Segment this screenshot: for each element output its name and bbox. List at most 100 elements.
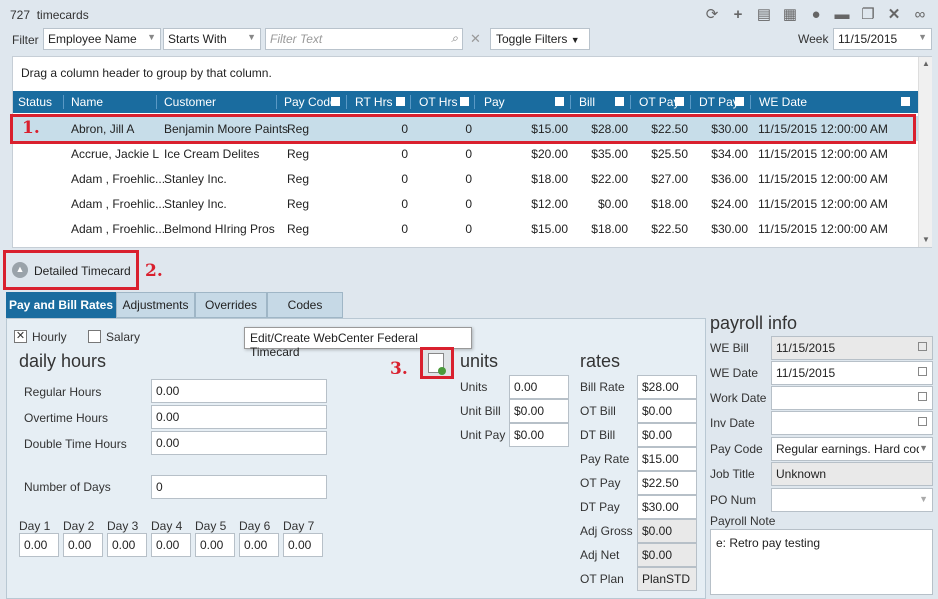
day-6-input[interactable]: 0.00 xyxy=(239,533,279,557)
collapse-icon[interactable]: ▲ xyxy=(12,262,28,278)
col-ot-pay[interactable]: OT Pay xyxy=(639,95,679,109)
filter-field-select[interactable]: Employee Name ▼ xyxy=(43,28,161,50)
chevron-down-icon: ▼ xyxy=(247,32,256,42)
work-date-field[interactable] xyxy=(771,386,933,410)
hourly-checkbox[interactable]: ✕ xyxy=(14,330,27,343)
number-of-days-label: Number of Days xyxy=(24,480,111,494)
unit-bill-input[interactable]: $0.00 xyxy=(509,399,569,423)
search-icon: ⌕ xyxy=(451,31,458,45)
dt-pay-input[interactable]: $30.00 xyxy=(637,495,697,519)
calendar-icon[interactable] xyxy=(918,417,927,426)
document-icon[interactable]: ▤ xyxy=(755,6,773,24)
adj-gross-value: $0.00 xyxy=(637,519,697,543)
col-pay-code[interactable]: Pay Code xyxy=(284,95,337,109)
calendar-icon[interactable] xyxy=(918,367,927,376)
filter-text-input[interactable]: Filter Text ⌕ xyxy=(265,28,463,50)
highlight-box-row xyxy=(10,114,916,144)
units-input[interactable]: 0.00 xyxy=(509,375,569,399)
bill-rate-input[interactable]: $28.00 xyxy=(637,375,697,399)
person-icon[interactable]: ● xyxy=(807,6,825,24)
ot-plan-value: PlanSTD xyxy=(637,567,697,591)
ot-bill-label: OT Bill xyxy=(580,404,616,418)
day-4-input[interactable]: 0.00 xyxy=(151,533,191,557)
building-icon[interactable]: ▦ xyxy=(781,6,799,24)
chevron-down-icon: ▼ xyxy=(919,443,928,453)
col-we-date[interactable]: WE Date xyxy=(759,95,807,109)
day-1-input[interactable]: 0.00 xyxy=(19,533,59,557)
column-menu-icon[interactable] xyxy=(331,97,340,106)
day-5-input[interactable]: 0.00 xyxy=(195,533,235,557)
tab-adjustments[interactable]: Adjustments xyxy=(116,292,195,318)
hourly-label: Hourly xyxy=(32,330,67,344)
table-row[interactable]: Adam , Froehlic... Stanley Inc. Reg 0 0 … xyxy=(13,166,918,191)
calendar-icon[interactable] xyxy=(918,392,927,401)
double-time-input[interactable]: 0.00 xyxy=(151,431,327,455)
annotation-2: 2. xyxy=(145,261,163,281)
dt-pay-label: DT Pay xyxy=(580,500,620,514)
dt-bill-label: DT Bill xyxy=(580,428,616,442)
tab-overrides[interactable]: Overrides xyxy=(195,292,267,318)
chevron-down-icon: ▼ xyxy=(919,494,928,504)
overtime-hours-input[interactable]: 0.00 xyxy=(151,405,327,429)
tab-pay-and-bill-rates[interactable]: Pay and Bill Rates xyxy=(6,292,116,318)
filter-operator-select[interactable]: Starts With ▼ xyxy=(163,28,261,50)
week-select[interactable]: 11/15/2015 ▼ xyxy=(833,28,932,50)
po-num-select[interactable]: ▼ xyxy=(771,488,933,512)
col-customer[interactable]: Customer xyxy=(164,95,216,109)
column-menu-icon[interactable] xyxy=(615,97,624,106)
grid-scrollbar[interactable]: ▲ ▼ xyxy=(918,57,932,247)
we-date-field[interactable]: 11/15/2015 xyxy=(771,361,933,385)
table-row[interactable]: Adam , Froehlic... Stanley Inc. Reg 0 0 … xyxy=(13,191,918,216)
adj-net-value: $0.00 xyxy=(637,543,697,567)
column-close-icon[interactable] xyxy=(396,97,405,106)
day-3-label: Day 3 xyxy=(107,519,139,533)
pay-code-label: Pay Code xyxy=(710,442,763,456)
inv-date-field[interactable] xyxy=(771,411,933,435)
payroll-note-textarea[interactable]: e: Retro pay testing xyxy=(710,529,933,595)
col-name[interactable]: Name xyxy=(71,95,103,109)
col-pay[interactable]: Pay xyxy=(484,95,505,109)
link-icon[interactable]: ∞ xyxy=(911,6,929,24)
column-menu-icon[interactable] xyxy=(675,97,684,106)
detailed-timecard-toggle[interactable]: Detailed Timecard xyxy=(34,264,131,278)
payroll-info-title: payroll info xyxy=(710,313,798,333)
table-row[interactable]: Adam , Froehlic... Belmond HIring Pros R… xyxy=(13,216,918,241)
refresh-icon[interactable]: ⟳ xyxy=(703,6,721,24)
folder-icon[interactable]: ▬ xyxy=(833,6,851,24)
column-close-icon[interactable] xyxy=(460,97,469,106)
column-menu-icon[interactable] xyxy=(735,97,744,106)
pay-code-select[interactable]: Regular earnings. Hard cod ▼ xyxy=(771,437,933,461)
clear-filter-icon[interactable]: ✕ xyxy=(470,31,481,47)
pay-rate-input[interactable]: $15.00 xyxy=(637,447,697,471)
toggle-filters-button[interactable]: Toggle Filters ▼ xyxy=(490,28,590,50)
col-rt-hrs[interactable]: RT Hrs xyxy=(355,95,393,109)
tab-codes[interactable]: Codes xyxy=(267,292,343,318)
number-of-days-input[interactable]: 0 xyxy=(151,475,327,499)
regular-hours-input[interactable]: 0.00 xyxy=(151,379,327,403)
col-status[interactable]: Status xyxy=(18,95,52,109)
federal-timecard-icon[interactable] xyxy=(428,353,446,375)
job-title-field: Unknown xyxy=(771,462,933,486)
group-hint: Drag a column header to group by that co… xyxy=(21,66,272,80)
day-3-input[interactable]: 0.00 xyxy=(107,533,147,557)
add-icon[interactable]: + xyxy=(729,6,747,24)
day-7-input[interactable]: 0.00 xyxy=(283,533,323,557)
po-num-label: PO Num xyxy=(710,493,757,507)
table-row[interactable]: Accrue, Jackie L Ice Cream Delites Reg 0… xyxy=(13,141,918,166)
column-menu-icon[interactable] xyxy=(555,97,564,106)
unit-pay-input[interactable]: $0.00 xyxy=(509,423,569,447)
unit-pay-label: Unit Pay xyxy=(460,428,506,442)
grid-header: Status Name Customer Pay Code RT Hrs OT … xyxy=(13,91,918,113)
dt-bill-input[interactable]: $0.00 xyxy=(637,423,697,447)
close-icon[interactable]: ✕ xyxy=(885,6,903,24)
salary-checkbox[interactable] xyxy=(88,330,101,343)
col-ot-hrs[interactable]: OT Hrs xyxy=(419,95,457,109)
col-bill[interactable]: Bill xyxy=(579,95,595,109)
ot-bill-input[interactable]: $0.00 xyxy=(637,399,697,423)
copy-icon[interactable]: ❐ xyxy=(859,6,877,24)
day-2-input[interactable]: 0.00 xyxy=(63,533,103,557)
column-menu-icon[interactable] xyxy=(901,97,910,106)
col-dt-pay[interactable]: DT Pay xyxy=(699,95,739,109)
ot-pay-input[interactable]: $22.50 xyxy=(637,471,697,495)
rates-title: rates xyxy=(580,351,621,371)
